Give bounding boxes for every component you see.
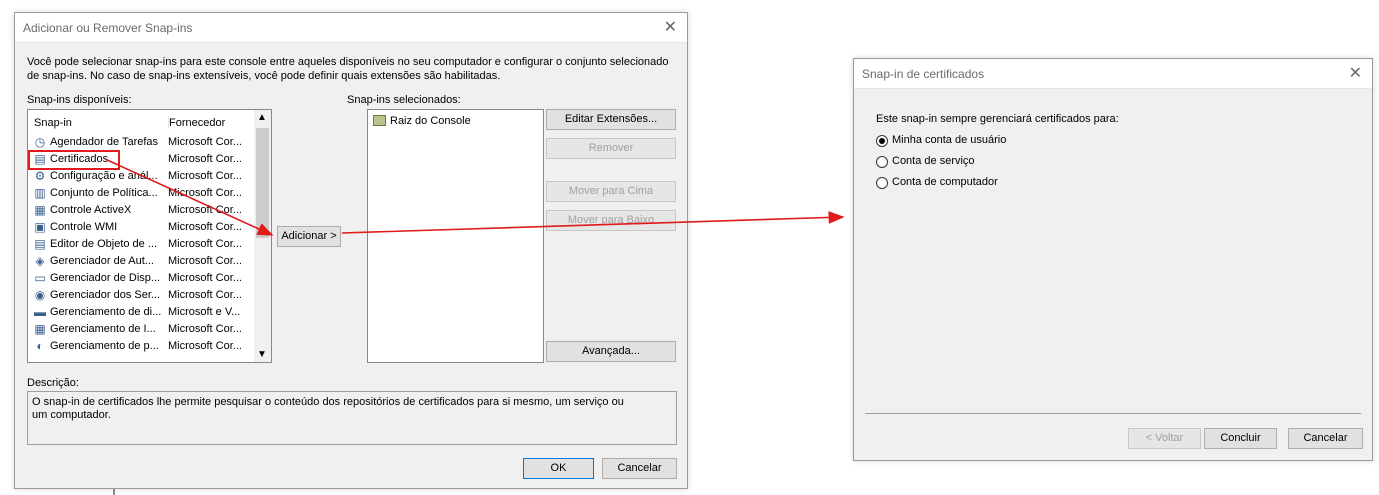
radio-button[interactable] — [876, 156, 888, 168]
list-item[interactable]: ▣ Controle WMI Microsoft Cor... — [28, 219, 254, 236]
back-button[interactable]: < Voltar — [1128, 428, 1201, 449]
snapin-name: Editor de Objeto de ... — [50, 238, 158, 250]
snapin-vendor: Microsoft Cor... — [168, 323, 242, 335]
cert-cancel-button[interactable]: Cancelar — [1288, 428, 1363, 449]
snapin-name: Gerenciamento de di... — [50, 306, 162, 318]
certificates-snapin-dialog: Snap-in de certificados ✕ Este snap-in s… — [853, 58, 1373, 461]
remove-button[interactable]: Remover — [546, 138, 676, 159]
snapin-vendor: Microsoft Cor... — [168, 238, 242, 250]
snapin-name: Gerenciamento de I... — [50, 323, 156, 335]
snapin-vendor: Microsoft Cor... — [168, 272, 242, 284]
radio-button[interactable] — [876, 177, 888, 189]
printer-icon: ▦ — [34, 322, 46, 336]
list-item[interactable]: ▤ Editor de Objeto de ... Microsoft Cor... — [28, 236, 254, 253]
scroll-thumb[interactable] — [256, 128, 269, 238]
wmi-icon: ▣ — [34, 220, 46, 234]
disk-icon: ▬ — [34, 305, 46, 319]
list-item[interactable]: ◐ Gerenciamento de p... Microsoft Cor... — [28, 338, 254, 355]
snapin-vendor: Microsoft Cor... — [168, 136, 242, 148]
config-icon: ⚙ — [34, 169, 46, 183]
auth-icon: ◈ — [35, 254, 45, 268]
snapin-name: Configuração e anál... — [50, 170, 158, 182]
snapin-name: Gerenciador de Disp... — [50, 272, 161, 284]
snapins-dialog-titlebar: Adicionar ou Remover Snap-ins ✕ — [15, 13, 687, 43]
selected-item-label: Raiz do Console — [390, 115, 471, 127]
divider — [865, 413, 1361, 414]
list-item[interactable]: ⚙ Configuração e anál... Microsoft Cor... — [28, 168, 254, 185]
list-item[interactable]: ▦ Gerenciamento de I... Microsoft Cor... — [28, 321, 254, 338]
cert-prompt: Este snap-in sempre gerenciará certifica… — [876, 113, 1119, 125]
move-down-button[interactable]: Mover para Baixo — [546, 210, 676, 231]
radio-button[interactable] — [876, 135, 888, 147]
device-icon: ▭ — [34, 271, 46, 285]
list-item[interactable]: ▦ Controle ActiveX Microsoft Cor... — [28, 202, 254, 219]
snapin-name: Gerenciamento de p... — [50, 340, 159, 352]
highlight-box — [28, 150, 120, 170]
intro-text: Você pode selecionar snap-ins para este … — [27, 56, 669, 82]
move-up-button[interactable]: Mover para Cima — [546, 181, 676, 202]
document-icon: ▤ — [34, 237, 46, 251]
snapin-vendor: Microsoft Cor... — [168, 187, 242, 199]
cancel-button[interactable]: Cancelar — [602, 458, 677, 479]
list-item[interactable]: ▭ Gerenciador de Disp... Microsoft Cor... — [28, 270, 254, 287]
chevron-down-icon[interactable]: ▼ — [257, 349, 267, 360]
description-label: Descrição: — [27, 377, 79, 389]
policy-mgmt-icon: ◐ — [36, 339, 44, 353]
chevron-up-icon[interactable]: ▲ — [257, 112, 267, 123]
clock-icon: ◷ — [34, 135, 46, 149]
description-box: O snap-in de certificados lhe permite pe… — [27, 391, 677, 445]
snapin-vendor: Microsoft Cor... — [168, 340, 242, 352]
list-item[interactable]: ◷ Agendador de Tarefas Microsoft Cor... — [28, 134, 254, 151]
snapin-name: Agendador de Tarefas — [50, 136, 159, 148]
list-item[interactable]: ◉ Gerenciador dos Ser... Microsoft Cor... — [28, 287, 254, 304]
available-label: Snap-ins disponíveis: — [27, 94, 132, 106]
finish-button[interactable]: Concluir — [1204, 428, 1277, 449]
list-item[interactable]: Raiz do Console — [373, 114, 533, 130]
edit-extensions-button[interactable]: Editar Extensões... — [546, 109, 676, 130]
column-header-vendor[interactable]: Fornecedor — [168, 117, 225, 129]
policy-icon: ▥ — [34, 186, 46, 200]
snapins-dialog: Adicionar ou Remover Snap-ins ✕ Você pod… — [14, 12, 688, 489]
snapin-name: Conjunto de Política... — [50, 187, 158, 199]
snapin-vendor: Microsoft Cor... — [168, 221, 242, 233]
cert-dialog-title: Snap-in de certificados — [862, 67, 985, 81]
description-text: O snap-in de certificados lhe permite pe… — [32, 396, 624, 421]
radio-label[interactable]: Conta de computador — [892, 176, 998, 188]
snapin-vendor: Microsoft e V... — [168, 306, 241, 318]
snapin-name: Gerenciador dos Ser... — [50, 289, 161, 301]
snapin-vendor: Microsoft Cor... — [168, 289, 242, 301]
snapins-dialog-title: Adicionar ou Remover Snap-ins — [23, 21, 193, 35]
folder-icon — [373, 115, 386, 126]
available-snapins-list[interactable]: Snap-in Fornecedor ◷ Agendador de Tarefas… — [27, 109, 272, 363]
close-icon[interactable]: ✕ — [1349, 63, 1362, 83]
add-button[interactable]: Adicionar > — [277, 226, 341, 247]
list-item[interactable]: ◈ Gerenciador de Aut... Microsoft Cor... — [28, 253, 254, 270]
radio-label[interactable]: Conta de serviço — [892, 155, 975, 167]
ok-button[interactable]: OK — [523, 458, 594, 479]
server-icon: ◉ — [34, 288, 46, 302]
snapin-vendor: Microsoft Cor... — [168, 204, 242, 216]
snapin-name: Controle ActiveX — [50, 204, 132, 216]
snapin-vendor: Microsoft Cor... — [168, 255, 242, 267]
radio-label[interactable]: Minha conta de usuário — [892, 134, 1006, 146]
list-item[interactable]: ▬ Gerenciamento de di... Microsoft e V... — [28, 304, 254, 321]
list-item[interactable]: ▥ Conjunto de Política... Microsoft Cor... — [28, 185, 254, 202]
activex-icon: ▦ — [34, 203, 46, 217]
list-scrollbar[interactable]: ▲ ▼ — [254, 110, 271, 362]
column-header-snapin[interactable]: Snap-in — [34, 117, 72, 129]
snapin-vendor: Microsoft Cor... — [168, 170, 242, 182]
background-line — [113, 489, 115, 495]
cert-dialog-titlebar: Snap-in de certificados ✕ — [854, 59, 1372, 89]
selected-label: Snap-ins selecionados: — [347, 94, 461, 106]
selected-snapins-list[interactable]: Raiz do Console — [367, 109, 544, 363]
snapin-name: Gerenciador de Aut... — [50, 255, 154, 267]
advanced-button[interactable]: Avançada... — [546, 341, 676, 362]
snapin-name: Controle WMI — [50, 221, 118, 233]
snapin-vendor: Microsoft Cor... — [168, 153, 242, 165]
close-icon[interactable]: ✕ — [664, 17, 677, 37]
